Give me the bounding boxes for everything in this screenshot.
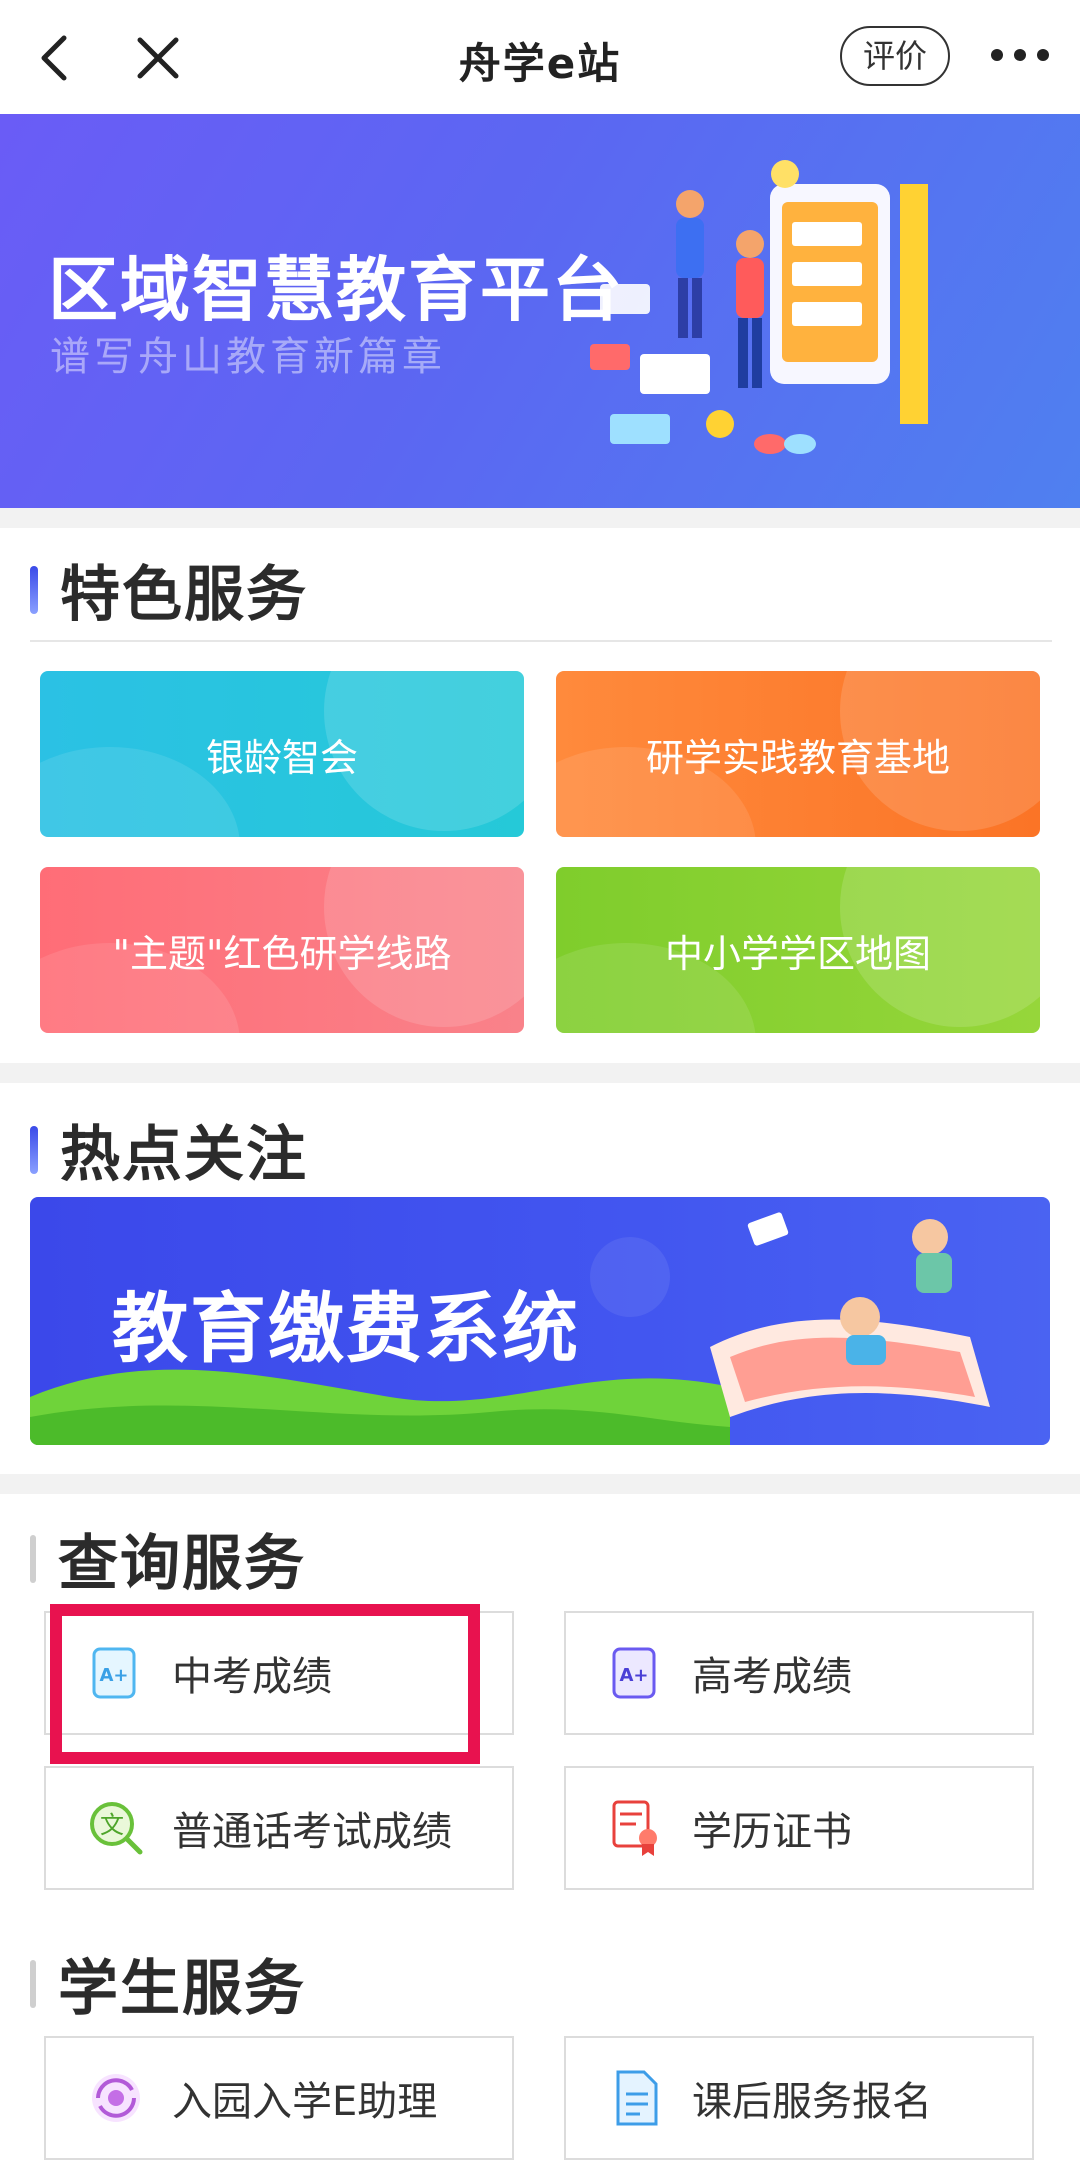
section-title-query: 查询服务 xyxy=(30,1515,306,1602)
service-label: 入园入学E助理 xyxy=(172,2079,438,2125)
top-navigation-bar: 舟学e站 评价 xyxy=(0,0,1080,115)
section-title-hot: 热点关注 xyxy=(30,1106,308,1193)
svg-text:文: 文 xyxy=(100,1811,124,1839)
service-label: 学历证书 xyxy=(692,1809,852,1855)
certificate-icon xyxy=(606,1798,666,1858)
section-title-featured: 特色服务 xyxy=(30,546,308,633)
svg-text:A+: A+ xyxy=(619,1665,648,1686)
section-divider xyxy=(0,1474,1080,1494)
payment-banner-title: 教育缴费系统 xyxy=(112,1284,580,1373)
mandarin-text-search-icon: 文 xyxy=(86,1798,146,1858)
grade-a-plus-icon: A+ xyxy=(606,1643,666,1703)
section-accent-bar xyxy=(30,1534,36,1583)
tile-silver-age[interactable]: 银龄智会 xyxy=(40,671,524,837)
tile-label: "主题"红色研学线路 xyxy=(112,931,452,976)
tile-school-district-map[interactable]: 中小学学区地图 xyxy=(556,867,1040,1033)
banner-title: 区域智慧教育平台 xyxy=(48,249,624,331)
highlight-box xyxy=(50,1604,480,1764)
section-accent-bar xyxy=(30,1959,36,2008)
education-illustration-icon xyxy=(590,160,928,454)
section-title-student: 学生服务 xyxy=(30,1940,306,2027)
document-icon xyxy=(606,2068,666,2128)
section-title-text: 查询服务 xyxy=(58,1529,306,1599)
service-gaokao-score[interactable]: A+ 高考成绩 xyxy=(564,1611,1034,1735)
service-mandarin-score[interactable]: 文 普通话考试成绩 xyxy=(44,1766,514,1890)
assistant-icon xyxy=(86,2068,146,2128)
service-label: 高考成绩 xyxy=(692,1654,852,1700)
tile-label: 银龄智会 xyxy=(205,735,358,780)
service-diploma[interactable]: 学历证书 xyxy=(564,1766,1034,1890)
section-divider xyxy=(0,1063,1080,1083)
section-accent-bar xyxy=(30,565,38,614)
section-title-text: 特色服务 xyxy=(60,560,308,630)
service-label: 课后服务报名 xyxy=(692,2079,932,2125)
service-after-school-signup[interactable]: 课后服务报名 xyxy=(564,2036,1034,2160)
service-enrollment-assistant[interactable]: 入园入学E助理 xyxy=(44,2036,514,2160)
service-label: 普通话考试成绩 xyxy=(172,1809,452,1855)
section-divider xyxy=(0,508,1080,528)
rate-button[interactable]: 评价 xyxy=(840,26,950,86)
tile-red-route[interactable]: "主题"红色研学线路 xyxy=(40,867,524,1033)
tile-label: 中小学学区地图 xyxy=(664,931,931,976)
section-title-text: 热点关注 xyxy=(60,1120,308,1190)
more-dots-icon[interactable] xyxy=(985,30,1055,80)
tile-label: 研学实践教育基地 xyxy=(645,735,950,780)
payment-system-banner[interactable]: 教育缴费系统 xyxy=(30,1197,1050,1445)
section-title-text: 学生服务 xyxy=(58,1954,306,2024)
section-accent-bar xyxy=(30,1125,38,1174)
banner-subtitle: 谱写舟山教育新篇章 xyxy=(50,334,446,380)
platform-banner[interactable]: 区域智慧教育平台 谱写舟山教育新篇章 xyxy=(0,114,1080,508)
tile-study-base[interactable]: 研学实践教育基地 xyxy=(556,671,1040,837)
divider xyxy=(30,640,1052,642)
